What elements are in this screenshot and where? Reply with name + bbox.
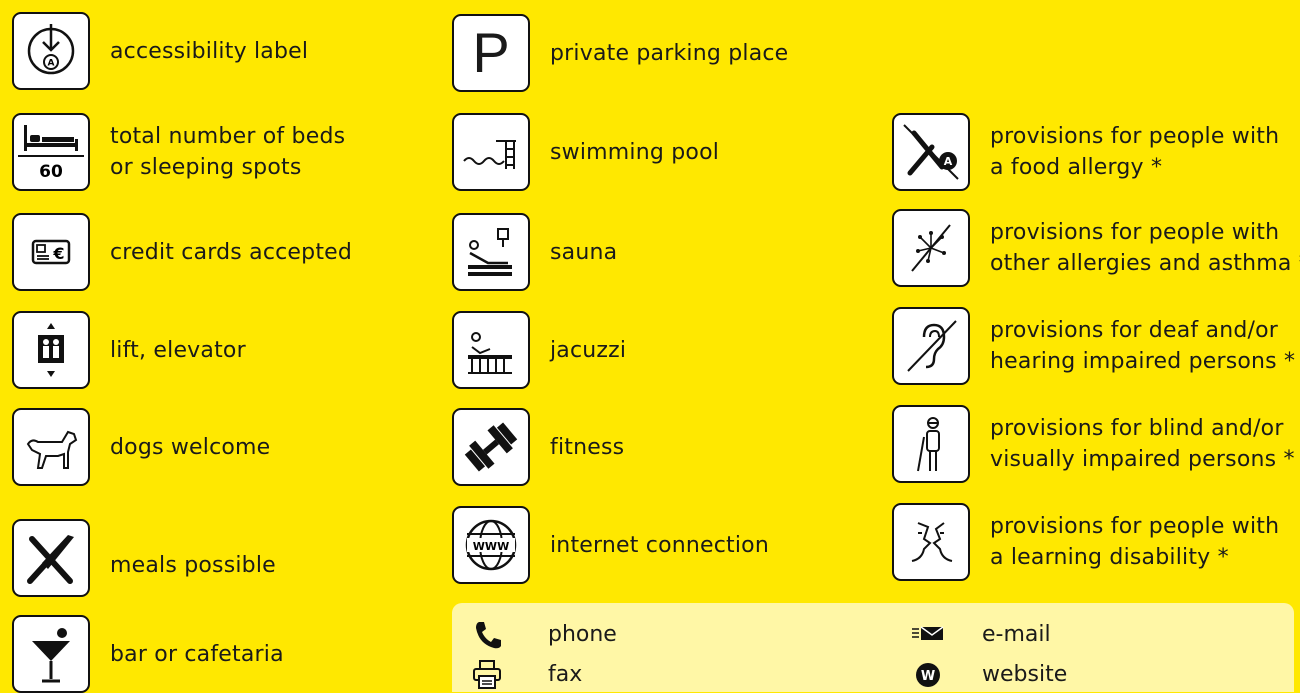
legend-label: provisions for people with other allergie…	[990, 220, 1300, 276]
credit-card-icon: €	[12, 213, 90, 291]
jacuzzi-icon	[452, 311, 530, 389]
contact-label: e-mail	[982, 622, 1051, 647]
swimming-pool-icon	[452, 113, 530, 191]
dog-icon	[12, 408, 90, 486]
phone-icon	[468, 619, 508, 651]
contact-website: W website	[908, 659, 1067, 691]
dumbbell-icon	[452, 408, 530, 486]
website-glyph: W	[921, 669, 935, 684]
legend-item-parking: P private parking place	[452, 14, 788, 92]
legend-item-accessibility: A accessibility label	[12, 12, 308, 90]
elevator-icon	[12, 311, 90, 389]
legend-label: internet connection	[550, 532, 769, 558]
legend-label: lift, elevator	[110, 337, 246, 363]
website-icon: W	[908, 659, 948, 691]
legend-item-dogs: dogs welcome	[12, 408, 270, 486]
legend-label: dogs welcome	[110, 434, 271, 460]
contact-label: fax	[548, 662, 583, 687]
legend-item-deaf: provisions for deaf and/or hearing impair…	[892, 307, 1295, 385]
legend-item-lift: lift, elevator	[12, 311, 246, 389]
food-allergy-icon: A	[892, 113, 970, 191]
legend-item-swimming-pool: swimming pool	[452, 113, 719, 191]
cocktail-glass-icon	[12, 615, 90, 693]
svg-text:€: €	[52, 244, 64, 263]
legend-label: swimming pool	[550, 139, 720, 165]
legend-item-jacuzzi: jacuzzi	[452, 311, 626, 389]
legend-label: private parking place	[550, 40, 789, 66]
sauna-icon	[452, 213, 530, 291]
legend-item-bar: bar or cafetaria	[12, 615, 284, 693]
legend-item-internet: WWW internet connection	[452, 506, 769, 584]
legend-label: total number of beds or sleeping spots	[110, 124, 346, 180]
fax-icon	[468, 659, 508, 691]
legend-item-learning-disability: provisions for people with a learning dis…	[892, 503, 1279, 581]
accessibility-label-icon: A	[12, 12, 90, 90]
legend-item-fitness: fitness	[452, 408, 624, 486]
legend-label: provisions for people with a food allergy…	[990, 124, 1280, 180]
bed-icon: 60	[12, 113, 90, 191]
contact-email: e-mail	[908, 619, 1051, 651]
globe-www-icon: WWW	[452, 506, 530, 584]
parking-glyph: P	[472, 21, 510, 84]
parking-icon: P	[452, 14, 530, 92]
blind-person-cane-icon	[892, 405, 970, 483]
beds-count-badge: 60	[39, 162, 63, 182]
legend-item-blind: provisions for blind and/or visually impa…	[892, 405, 1295, 483]
crossed-ear-icon	[892, 307, 970, 385]
legend-label: accessibility label	[110, 38, 309, 64]
email-icon	[908, 619, 948, 651]
legend-label: provisions for people with a learning dis…	[990, 514, 1280, 570]
contact-fax: fax	[468, 659, 582, 691]
legend-label: sauna	[550, 239, 618, 265]
legend-item-sauna: sauna	[452, 213, 617, 291]
pollen-allergy-icon	[892, 209, 970, 287]
legend-item-other-allergies: provisions for people with other allergie…	[892, 209, 1300, 287]
legend-label: bar or cafetaria	[110, 641, 284, 667]
contact-label: website	[982, 662, 1068, 687]
legend-label: provisions for blind and/or visually impa…	[990, 416, 1295, 472]
contact-label: phone	[548, 622, 617, 647]
www-glyph: WWW	[473, 540, 509, 553]
fork-knife-icon	[12, 519, 90, 597]
legend-item-meals: meals possible	[12, 519, 276, 597]
legend-label: provisions for deaf and/or hearing impair…	[990, 318, 1296, 374]
svg-text:A: A	[48, 59, 55, 69]
legend-label: meals possible	[110, 552, 276, 578]
contact-phone: phone	[468, 619, 617, 651]
legend-item-credit-cards: € credit cards accepted	[12, 213, 352, 291]
legend-label: fitness	[550, 434, 625, 460]
legend-label: jacuzzi	[550, 337, 627, 363]
allergy-badge: A	[944, 155, 953, 168]
legend-item-food-allergy: A provisions for people with a food aller…	[892, 113, 1279, 191]
legend-item-beds: 60 total number of beds or sleeping spots	[12, 113, 345, 191]
legend-label: credit cards accepted	[110, 239, 353, 265]
faces-icon	[892, 503, 970, 581]
